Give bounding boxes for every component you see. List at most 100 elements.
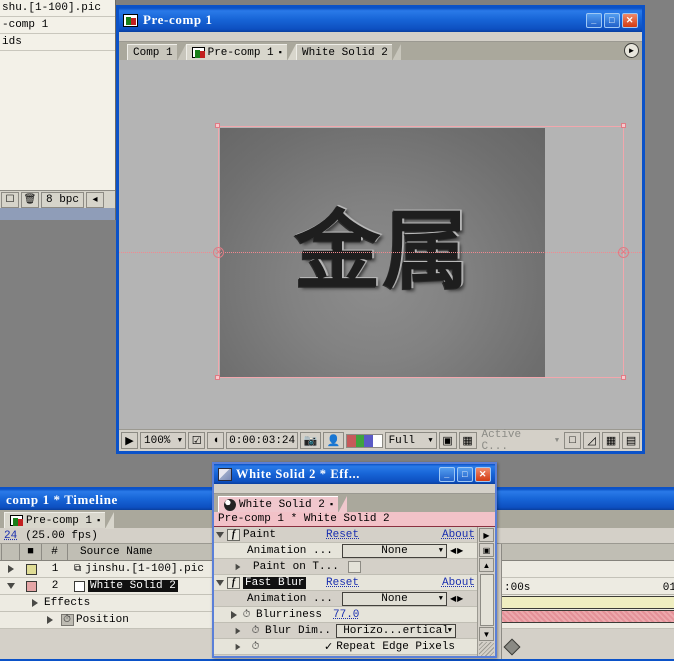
keyframe-marker-icon[interactable] [504,639,521,656]
selection-handle[interactable] [621,123,626,128]
tab-overflow-arrow-icon[interactable]: ► [624,43,639,58]
tab-close-icon[interactable]: ▪ [278,48,283,58]
fx-toggle-icon[interactable]: ▣ [479,543,494,557]
fx-scrollbar[interactable] [480,574,494,626]
collapse-triangle-icon[interactable] [7,583,15,589]
prev-icon[interactable]: ◂ [86,192,104,208]
effect-header-fast-blur[interactable]: f Fast Blur Reset About [214,575,477,591]
property-row-blurriness[interactable]: ⏱ Blurriness 77.0 [214,607,477,623]
magnification-dropdown[interactable]: 100% ▼ [140,432,186,449]
wireframe-icon[interactable]: ◿ [583,432,600,449]
timeline-ruler[interactable]: :00s 01 [502,581,674,595]
scroll-up-arrow-icon[interactable]: ▲ [479,558,494,572]
next-keyframe-icon[interactable]: ▶ [457,594,463,604]
reset-link[interactable]: Reset [326,529,359,541]
3d-view-icon[interactable]: □ [564,432,581,449]
tab-pre-comp-1[interactable]: Pre-comp 1 ▪ [186,44,287,60]
expand-triangle-icon[interactable] [47,616,53,624]
checkbox[interactable] [348,561,361,573]
anchor-point-right-icon[interactable]: ✕ [618,247,629,258]
timeline-current-time[interactable]: 24 [4,530,17,542]
anchor-point-left-icon[interactable]: ✕ [213,247,224,258]
expand-triangle-icon[interactable] [32,599,38,607]
checkbox-checked-icon[interactable]: ✓ [324,640,333,654]
tab-close-icon[interactable]: ▪ [329,500,334,510]
blurriness-value[interactable]: 77.0 [333,609,359,621]
selection-handle[interactable] [621,375,626,380]
stopwatch-icon[interactable]: ⏱ [249,641,262,653]
collapse-triangle-icon[interactable] [216,580,224,586]
reset-link[interactable]: Reset [326,577,359,589]
stopwatch-icon[interactable]: ⏱ [249,625,262,637]
expand-triangle-icon[interactable] [8,565,14,573]
snapshot-camera-icon[interactable]: 📷 [300,432,321,449]
layer-color-swatch[interactable] [26,564,37,575]
tab-white-solid-2[interactable]: White Solid 2 ▪ [218,496,338,512]
close-button[interactable]: ✕ [475,467,491,482]
prev-keyframe-icon[interactable]: ◀ [450,594,456,604]
fx-menu-arrow-icon[interactable]: ▶ [479,528,494,542]
property-row-paint-on-transparent[interactable]: Paint on T... [214,559,477,575]
property-row-animation[interactable]: Animation ... None ▼ ◀ ▶ [214,591,477,607]
transparency-grid-icon[interactable]: ▦ [459,432,477,449]
property-row-blur-dimensions[interactable]: ⏱ Blur Dim... Horizo...ertical ▼ [214,623,477,639]
fit-to-window-icon[interactable]: ☑ [188,432,205,449]
effect-header-paint[interactable]: f Paint Reset About [214,527,477,543]
resolution-dropdown[interactable]: Full ▼ [385,432,437,449]
play-button-icon[interactable]: ▶ [121,432,138,449]
selection-handle[interactable] [215,123,220,128]
next-keyframe-icon[interactable]: ▶ [457,546,463,556]
minimize-button[interactable]: _ [439,467,455,482]
prev-keyframe-icon[interactable]: ◀ [450,546,456,556]
layer-duration-bar[interactable] [502,610,674,623]
property-row-repeat-edge-pixels[interactable]: ⏱ ✓ Repeat Edge Pixels [214,639,477,655]
tab-comp-1[interactable]: Comp 1 [127,44,177,60]
animation-dropdown[interactable]: None ▼ [342,592,447,606]
stopwatch-icon[interactable]: ⏱ [240,609,253,621]
timeline-toggle-icon[interactable]: ▦ [602,432,620,449]
expand-triangle-icon[interactable] [231,611,237,619]
minimize-button[interactable]: _ [586,13,602,28]
current-time-field[interactable]: 0:00:03:24 [226,432,297,449]
mask-view-icon[interactable]: ◖ [207,432,224,449]
stopwatch-icon[interactable]: ⏱ [61,614,74,626]
expand-triangle-icon[interactable] [236,627,241,633]
project-item[interactable]: -comp 1 [0,17,115,34]
close-button[interactable]: ✕ [622,13,638,28]
comp-window-titlebar[interactable]: Pre-comp 1 _ □ ✕ [119,8,642,32]
view-layout-dropdown[interactable]: Active C... ▼ [479,432,563,449]
expand-triangle-icon[interactable] [236,643,241,649]
about-link[interactable]: About [442,529,475,541]
scroll-down-arrow-icon[interactable]: ▼ [479,627,494,641]
interpret-footage-icon[interactable]: ☐ [1,192,19,208]
effect-enable-icon[interactable]: f [227,577,240,589]
keyframe-nav-arrows[interactable]: ◀ ▶ [450,546,463,556]
collapse-triangle-icon[interactable] [216,532,224,538]
comp-flowchart-icon[interactable]: ▤ [622,432,640,449]
layer-color-swatch[interactable] [26,581,37,592]
fx-window-titlebar[interactable]: White Solid 2 * Eff... _ □ ✕ [214,464,495,484]
blur-dimensions-dropdown[interactable]: Horizo...ertical ▼ [336,624,456,638]
keyframe-nav-arrows[interactable]: ◀ ▶ [450,594,463,604]
tab-close-icon[interactable]: ▪ [96,516,101,526]
rgb-channels-icon[interactable] [346,434,383,448]
maximize-button[interactable]: □ [457,467,473,482]
resize-grip-icon[interactable] [479,642,494,656]
project-item[interactable]: ids [0,34,115,51]
maximize-button[interactable]: □ [604,13,620,28]
delete-icon[interactable]: 🗑 [21,192,39,208]
animation-dropdown[interactable]: None ▼ [342,544,447,558]
show-snapshot-icon[interactable]: 👤 [323,432,344,449]
region-of-interest-icon[interactable]: ▣ [439,432,457,449]
layer-duration-bar[interactable] [502,596,674,609]
tab-pre-comp-1[interactable]: Pre-comp 1 ▪ [4,512,105,528]
column-header-shy-icon[interactable]: ■ [20,544,42,560]
expand-triangle-icon[interactable] [236,563,241,569]
selection-handle[interactable] [215,375,220,380]
tab-white-solid-2[interactable]: White Solid 2 [296,44,392,60]
property-row-animation[interactable]: Animation ... None ▼ ◀ ▶ [214,543,477,559]
effect-enable-icon[interactable]: f [227,529,240,541]
comp-viewer[interactable]: 金属 ✕ ✕ [119,60,642,429]
project-item[interactable]: shu.[1-100].pic [0,0,115,17]
about-link[interactable]: About [442,577,475,589]
